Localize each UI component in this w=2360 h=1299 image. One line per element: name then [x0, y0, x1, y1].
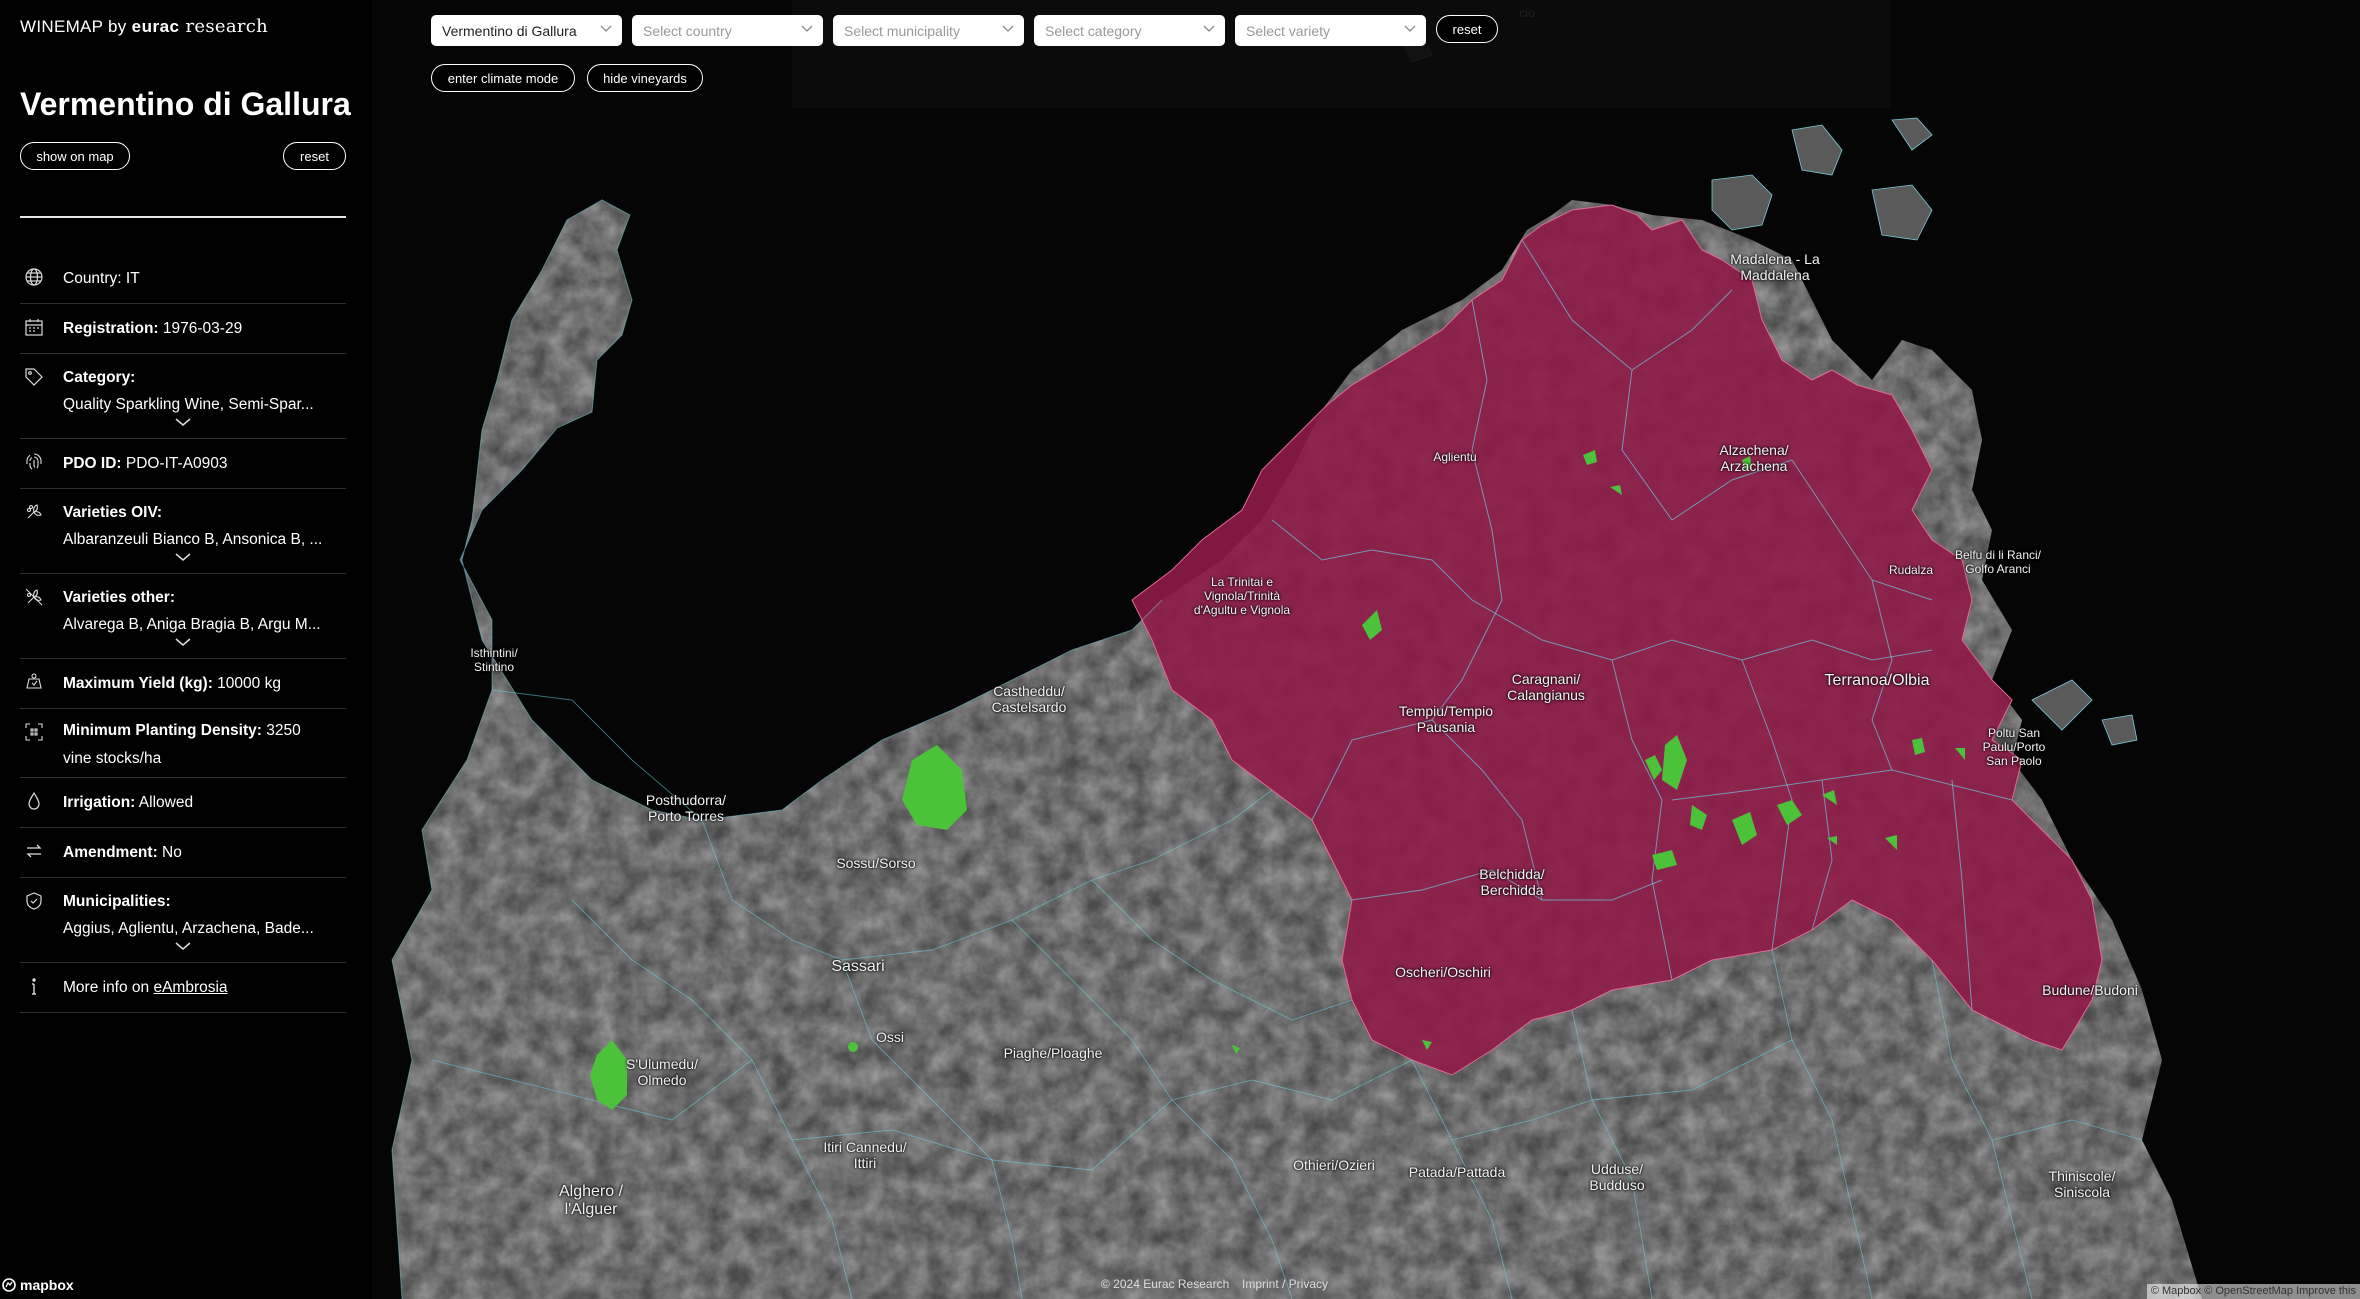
calendar-icon	[24, 317, 44, 337]
map-label: Othieri/Ozieri	[1293, 1157, 1375, 1173]
mapbox-icon	[2, 1278, 16, 1292]
globe-icon	[24, 267, 44, 287]
map-label: Posthudorra/ Porto Torres	[645, 792, 727, 824]
info-row-irrigation: Irrigation: Allowed	[20, 778, 346, 828]
chevron-down-icon	[801, 25, 813, 33]
info-row-planting-density: Minimum Planting Density: 3250 vine stoc…	[20, 709, 346, 778]
map-layer	[372, 0, 2360, 1299]
map-label: Sassari	[831, 958, 885, 975]
hide-vineyards-button[interactable]: hide vineyards	[587, 64, 703, 92]
grape-leaf-crossed-icon	[24, 587, 44, 607]
chevron-down-icon[interactable]	[174, 552, 192, 562]
chevron-down-icon	[1404, 25, 1416, 33]
map-label: Madalena - La Maddalena	[1730, 251, 1820, 283]
chevron-down-icon[interactable]	[174, 417, 192, 427]
divider	[20, 216, 346, 218]
copyright-text: © 2024 Eurac Research	[1101, 1277, 1230, 1291]
map-label: S'Ulumedu/ Olmedo	[626, 1056, 698, 1088]
info-row-more-info: More info on eAmbrosia	[20, 963, 346, 1013]
map-label: Thiniscole/ Siniscola	[2048, 1168, 2116, 1200]
chevron-down-icon[interactable]	[174, 941, 192, 951]
map-label: Caragnani/ Calangianus	[1507, 671, 1585, 703]
info-row-max-yield: Maximum Yield (kg): 10000 kg	[20, 659, 346, 709]
map-label: Isthintini/ Stintino	[470, 646, 518, 674]
map-label: Itiri Cannedu/ Ittiri	[823, 1139, 907, 1171]
chevron-down-icon	[1203, 25, 1215, 33]
map-label: Terranoa/Olbia	[1824, 672, 1930, 689]
eambrosia-link[interactable]: eAmbrosia	[153, 979, 227, 996]
map-label: Tempiu/Tempio Pausania	[1398, 703, 1494, 735]
map-label: Castheddu/ Castelsardo	[991, 683, 1067, 715]
scale-icon	[24, 672, 44, 692]
info-row-registration: Registration: 1976-03-29	[20, 304, 346, 354]
sidebar: WINEMAP by eurac research Vermentino di …	[0, 0, 372, 1299]
map-label: Alghero / l'Alguer	[558, 1183, 624, 1218]
map-label: Udduse/ Budduso	[1589, 1161, 1645, 1193]
map-label: Alzachena/ Arzachena	[1719, 442, 1789, 474]
climate-mode-button[interactable]: enter climate mode	[431, 64, 575, 92]
pdo-select[interactable]: Vermentino di Gallura	[431, 15, 622, 46]
chevron-down-icon	[600, 25, 612, 33]
map-label: Poltu San Paulu/Porto San Paolo	[1982, 726, 2046, 768]
pdo-title: Vermentino di Gallura	[20, 86, 351, 122]
water-drop-icon	[24, 791, 44, 811]
map-label: Patada/Pattada	[1408, 1164, 1506, 1180]
grape-leaf-icon	[24, 502, 44, 522]
sidebar-reset-button[interactable]: reset	[283, 142, 346, 170]
info-row-category: Category: Quality Sparkling Wine, Semi-S…	[20, 354, 346, 439]
map-label: Aglientu	[1433, 450, 1477, 464]
info-row-amendment: Amendment: No	[20, 828, 346, 878]
info-icon	[24, 976, 44, 996]
map-label: Piaghe/Ploaghe	[1003, 1045, 1103, 1061]
info-row-varieties-oiv: Varieties OIV: Albaranzeuli Bianco B, An…	[20, 489, 346, 574]
info-row-pdo-id: PDO ID: PDO-IT-A0903	[20, 439, 346, 489]
toolbar-reset-button[interactable]: reset	[1436, 15, 1498, 43]
map-label: Belchidda/ Berchidda	[1479, 866, 1545, 898]
chevron-down-icon	[1002, 25, 1014, 33]
mapbox-logo[interactable]: mapbox	[2, 1277, 74, 1293]
imprint-privacy-link[interactable]: Imprint / Privacy	[1242, 1277, 1328, 1291]
map-label: Belfu di li Ranci/ Golfo Aranci	[1954, 548, 2042, 576]
swap-arrows-icon	[24, 841, 44, 861]
brand-logo[interactable]: WINEMAP by eurac research	[20, 16, 268, 37]
pdo-info-list: Country: IT Registration: 1976-03-29 Cat…	[20, 254, 346, 1013]
map-label: Budune/Budoni	[2042, 982, 2138, 998]
chevron-down-icon[interactable]	[174, 637, 192, 647]
info-row-country: Country: IT	[20, 254, 346, 304]
map-label: Oscheri/Oschiri	[1395, 964, 1491, 980]
country-select[interactable]: Select country	[632, 15, 823, 46]
attribution[interactable]: © Mapbox © OpenStreetMap Improve this	[2146, 1284, 2360, 1299]
map-label: La Trinitai e Vignola/Trinità d'Agultu e…	[1193, 575, 1291, 617]
map-label: Sossu/Sorso	[836, 855, 916, 871]
shield-icon	[24, 891, 44, 911]
info-row-municipalities: Municipalities: Aggius, Aglientu, Arzach…	[20, 878, 346, 963]
map-label: Rudalza	[1888, 563, 1934, 577]
tag-icon	[24, 367, 44, 387]
map-label: Ossi	[876, 1029, 904, 1045]
variety-select[interactable]: Select variety	[1235, 15, 1426, 46]
info-row-varieties-other: Varieties other: Alvarega B, Aniga Bragi…	[20, 574, 346, 659]
density-grid-icon	[24, 722, 44, 742]
municipality-select[interactable]: Select municipality	[833, 15, 1024, 46]
fingerprint-icon	[24, 452, 44, 472]
category-select[interactable]: Select category	[1034, 15, 1225, 46]
map-canvas[interactable]: cio Madalena - La Maddalena Aglientu Alz…	[372, 0, 2360, 1299]
show-on-map-button[interactable]: show on map	[20, 142, 130, 170]
